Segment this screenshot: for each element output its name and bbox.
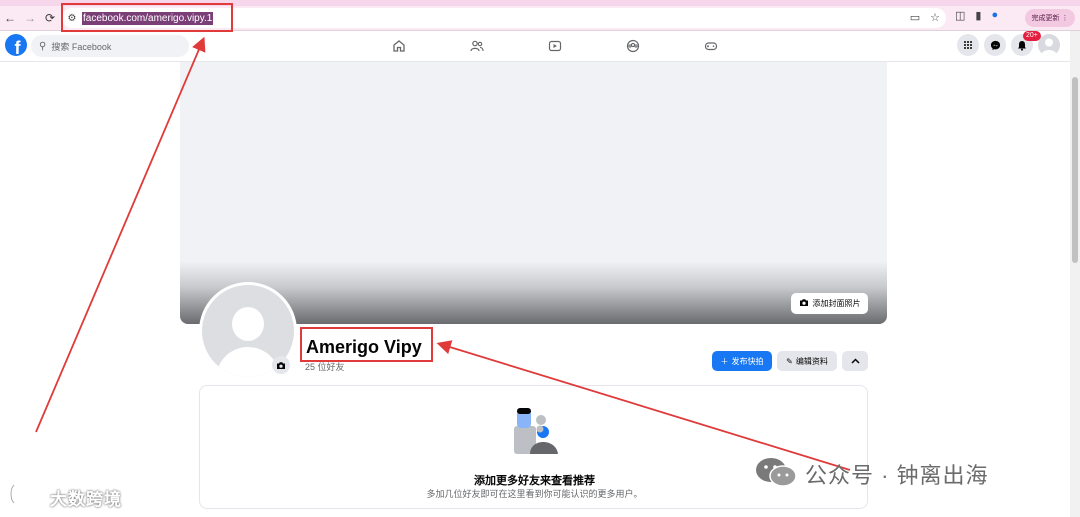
url-highlight-box — [61, 3, 233, 32]
bookmark-star-icon[interactable]: ☆ — [930, 11, 940, 24]
video-icon[interactable] — [516, 35, 594, 57]
install-app-icon[interactable]: ▭ — [910, 11, 920, 24]
side-panel-icon[interactable]: ▮ — [975, 9, 981, 22]
page-scrollbar[interactable] — [1070, 31, 1080, 517]
search-icon: ⚲ — [39, 40, 47, 52]
facebook-logo-icon[interactable]: f — [5, 34, 27, 56]
watermark-right: 公众号 · 钟离出海 — [805, 463, 989, 488]
friends-icon[interactable] — [438, 35, 516, 57]
watermark-left: 大数跨境 — [50, 490, 122, 509]
home-icon[interactable] — [360, 35, 438, 57]
menu-grid-icon[interactable] — [957, 34, 979, 56]
extensions-icon[interactable]: ◫ — [955, 9, 965, 22]
cover-photo-area — [180, 62, 887, 324]
notifications-bell-icon[interactable]: 20+ — [1011, 31, 1041, 56]
update-button[interactable]: 完成更新 ⋮ — [1025, 9, 1075, 27]
brand-logo-icon — [9, 484, 45, 504]
forward-icon[interactable]: → — [20, 8, 40, 28]
edit-profile-button[interactable]: ✎ 编辑资料 — [777, 351, 837, 371]
messenger-icon[interactable] — [984, 34, 1006, 56]
groups-icon[interactable] — [594, 35, 672, 57]
edit-profile-label: 编辑资料 — [795, 356, 828, 366]
add-cover-photo-label: 添加封面照片 — [812, 299, 861, 308]
arrow-to-url — [35, 36, 206, 433]
add-story-button[interactable]: ＋ 发布快拍 — [712, 351, 772, 371]
add-story-label: 发布快拍 — [731, 356, 764, 366]
more-chevron-up-button[interactable] — [842, 351, 868, 371]
gaming-icon[interactable] — [672, 35, 750, 57]
people-suggestions-card: 添加更多好友来查看推荐 多加几位好友即可在这里看到你可能认识的更多用户。 — [199, 385, 868, 509]
camera-icon — [799, 298, 809, 309]
facebook-header: f ⚲ 搜索 Facebook 20+ — [0, 31, 1070, 62]
back-icon[interactable]: ← — [0, 8, 20, 28]
add-cover-photo-button[interactable]: 添加封面照片 — [791, 293, 868, 314]
update-profile-picture-camera-icon[interactable] — [272, 356, 290, 374]
reload-icon[interactable]: ⟳ — [40, 8, 60, 28]
chevron-up-icon — [850, 358, 860, 364]
pencil-icon: ✎ — [786, 356, 793, 366]
search-placeholder: 搜索 Facebook — [51, 41, 112, 52]
people-illustration-icon — [514, 408, 558, 454]
account-avatar[interactable] — [1038, 34, 1060, 56]
wechat-logo-icon — [756, 458, 797, 487]
plus-icon: ＋ — [720, 356, 729, 366]
name-highlight-box — [300, 327, 433, 362]
profile-icon[interactable]: ● — [991, 9, 998, 22]
search-input[interactable]: ⚲ 搜索 Facebook — [31, 35, 189, 57]
scrollbar-thumb[interactable] — [1072, 77, 1078, 263]
